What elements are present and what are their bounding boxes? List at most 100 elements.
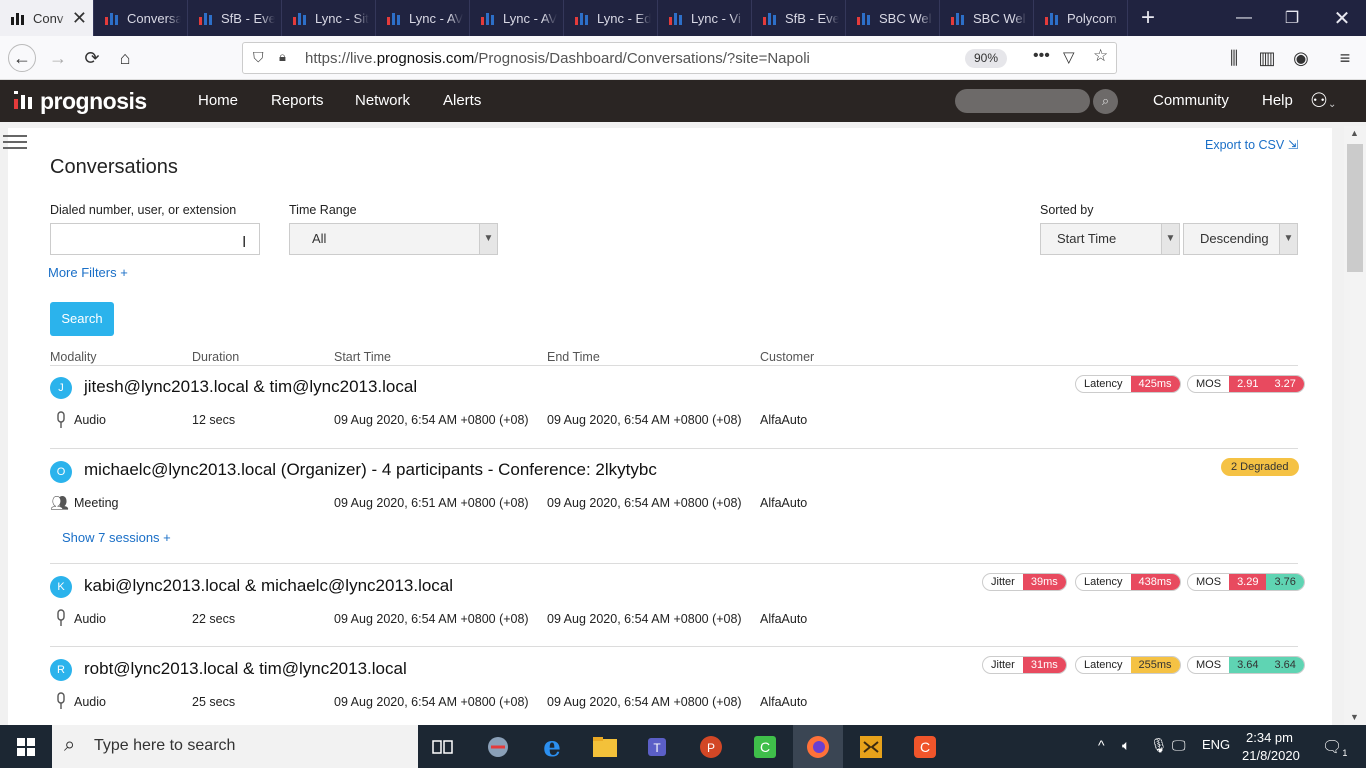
browser-tab[interactable]: SfB - Eve [752,0,846,36]
browser-tab[interactable]: SBC Wel [940,0,1034,36]
jitter-badge: Jitter 39ms [982,573,1067,591]
prognosis-favicon-icon [856,10,872,26]
url-bar[interactable]: ⛉ 🔒︎ https://live.prognosis.com/Prognosi… [242,42,1117,74]
file-explorer-icon[interactable] [580,725,630,768]
close-window-icon[interactable]: ✕ [1318,0,1366,36]
recorder-app-icon[interactable]: C [900,725,950,768]
tab-label: Polycom [1067,10,1117,26]
header-search-input[interactable] [955,89,1090,113]
library-icon[interactable]: ⫼ [1220,44,1248,72]
minimize-icon[interactable]: — [1220,0,1268,36]
sort-field-select[interactable]: Start Time ▼ [1040,223,1180,255]
windows-taskbar: ⌕ Type here to search e T P C C ^ 🔈︎ 🎙︎ … [0,725,1366,768]
home-icon[interactable]: ⌂ [111,44,139,72]
browser-tab[interactable]: Conversa [94,0,188,36]
browser-tab[interactable]: Lync - Sit [282,0,376,36]
speaker-icon[interactable]: 🔈︎ [1122,737,1130,754]
page-scrollbar[interactable]: ▲ ▼ [1344,126,1366,725]
firefox-icon[interactable] [793,725,843,768]
tab-label: Conversa [127,10,181,26]
divider [50,646,1298,647]
browser-tab[interactable]: Lync - AV [376,0,470,36]
menu-network[interactable]: Network [355,92,410,109]
tab-label: Lync - Vi [691,10,741,26]
new-tab-plus-icon[interactable]: + [1128,0,1168,36]
menu-alerts[interactable]: Alerts [443,92,481,109]
zoom-level[interactable]: 90% [965,49,1007,68]
avatar: K [50,576,72,598]
conversation-title[interactable]: robt@lync2013.local & tim@lync2013.local [84,659,407,679]
start-time: 09 Aug 2020, 6:54 AM +0800 (+08) [334,413,529,427]
menu-home[interactable]: Home [198,92,238,109]
dialed-number-input[interactable] [50,223,260,255]
filezilla-icon[interactable] [846,725,896,768]
browser-tab[interactable]: Polycom [1034,0,1128,36]
tab-label: Lync - Ed [597,10,651,26]
sort-order-select[interactable]: Descending ▼ [1183,223,1298,255]
camtasia-icon[interactable]: C [740,725,790,768]
modality: Audio [74,612,106,626]
reload-icon[interactable]: ⟳ [78,44,106,72]
account-icon[interactable]: ◉ [1287,44,1315,72]
browser-tab[interactable]: SfB - Eve [188,0,282,36]
back-arrow-icon[interactable]: ← [8,44,36,72]
sidebar-toggle-icon[interactable] [3,131,27,153]
menu-community[interactable]: Community [1153,92,1229,109]
tab-label: SBC Wel [879,10,932,26]
lock-icon[interactable]: 🔒︎ [279,49,286,65]
clock-time[interactable]: 2:34 pm [1246,730,1293,745]
time-range-select[interactable]: All ▼ [289,223,498,255]
tab-label: SBC Wel [973,10,1026,26]
language-indicator[interactable]: ENG [1202,737,1230,752]
brand-logo[interactable]: prognosis [14,88,147,115]
export-csv-link[interactable]: Export to CSV ⇲ [1205,137,1298,152]
task-view-icon[interactable] [418,725,468,768]
duration: 22 secs [192,612,236,626]
browser-tab[interactable]: SBC Wel [846,0,940,36]
powerpoint-icon[interactable]: P [686,725,736,768]
column-header-modality: Modality [50,350,97,364]
app-header: prognosis Home Reports Network Alerts ⌕ … [0,80,1366,122]
restore-icon[interactable]: ❐ [1268,0,1316,36]
prognosis-favicon-icon [104,10,120,26]
browser-tab[interactable]: Lync - Ed [564,0,658,36]
network-icon[interactable]: 🖵︎ [1172,737,1186,754]
browser-tab[interactable]: Lync - AV [470,0,564,36]
mos-badge: MOS 3.29 3.76 [1187,573,1305,591]
windows-start-icon[interactable] [0,725,52,768]
column-header-duration: Duration [192,350,240,364]
microphone-icon [55,609,67,627]
clock-date[interactable]: 21/8/2020 [1242,748,1300,763]
shield-icon[interactable]: ⛉ [253,49,264,66]
search-button[interactable]: Search [50,302,114,336]
menu-reports[interactable]: Reports [271,92,324,109]
close-tab-icon[interactable]: ✕ [72,8,87,29]
search-icon: ⌕ [64,734,76,756]
teams-icon[interactable]: T [633,725,683,768]
more-filters-link[interactable]: More Filters + [48,265,128,280]
page-title: Conversations [50,156,178,178]
pocket-icon[interactable]: ▽ [1063,48,1075,66]
start-time: 09 Aug 2020, 6:54 AM +0800 (+08) [334,695,529,709]
microphone-icon [55,411,67,429]
conversation-title[interactable]: jitesh@lync2013.local & tim@lync2013.loc… [84,377,417,397]
menu-help[interactable]: Help [1262,92,1293,109]
edge-browser-icon[interactable]: e [527,725,577,768]
browser-tab[interactable]: Conv ✕ [0,0,94,36]
notification-icon[interactable]: 🗨︎1 [1322,737,1347,758]
sidebar-icon[interactable]: ▥ [1253,44,1281,72]
chevron-up-icon[interactable]: ^ [1098,737,1105,753]
taskbar-search-box[interactable]: ⌕ Type here to search [52,725,418,768]
snipping-tool-icon[interactable] [473,725,523,768]
show-sessions-link[interactable]: Show 7 sessions + [62,530,171,545]
conversation-title[interactable]: michaelc@lync2013.local (Organizer) - 4 … [84,460,657,480]
search-icon[interactable]: ⌕ [1093,89,1118,114]
forward-arrow-icon[interactable]: → [44,44,72,72]
hamburger-menu-icon[interactable]: ≡ [1331,44,1359,72]
microphone-icon[interactable]: 🎙︎ [1150,737,1168,754]
browser-tab[interactable]: Lync - Vi [658,0,752,36]
user-account-icon[interactable]: ⚇⌄ [1310,88,1336,113]
conversation-title[interactable]: kabi@lync2013.local & michaelc@lync2013.… [84,576,453,596]
bookmark-star-icon[interactable]: ☆ [1093,46,1108,66]
more-actions-icon[interactable]: ••• [1033,47,1050,65]
